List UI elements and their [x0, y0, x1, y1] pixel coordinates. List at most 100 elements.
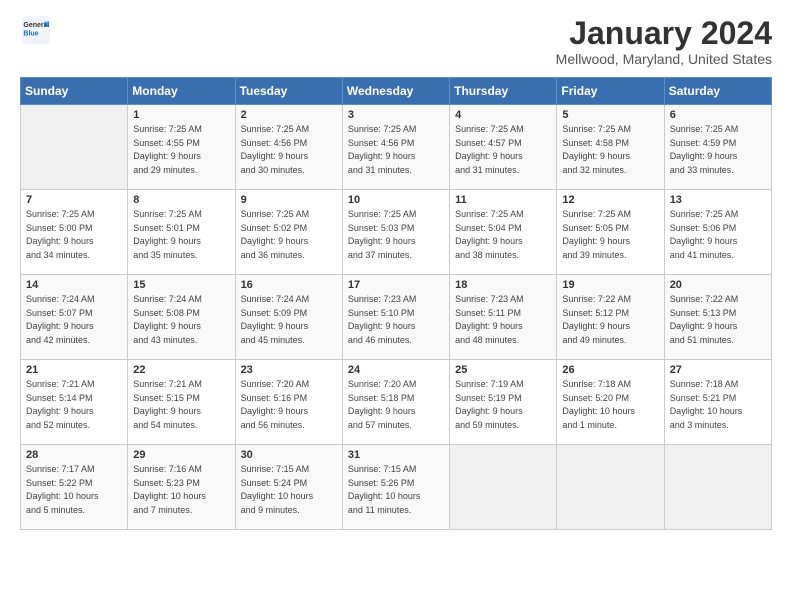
day-info: Sunrise: 7:25 AMSunset: 5:00 PMDaylight:… — [26, 208, 122, 262]
calendar-cell: 17Sunrise: 7:23 AMSunset: 5:10 PMDayligh… — [342, 275, 449, 360]
day-number: 10 — [348, 194, 444, 206]
day-number: 12 — [562, 194, 658, 206]
calendar-cell: 14Sunrise: 7:24 AMSunset: 5:07 PMDayligh… — [21, 275, 128, 360]
logo: General Blue — [20, 16, 50, 49]
calendar-cell: 28Sunrise: 7:17 AMSunset: 5:22 PMDayligh… — [21, 445, 128, 530]
day-number: 15 — [133, 279, 229, 291]
day-header-wednesday: Wednesday — [342, 78, 449, 105]
calendar-week-row: 28Sunrise: 7:17 AMSunset: 5:22 PMDayligh… — [21, 445, 772, 530]
day-number: 1 — [133, 109, 229, 121]
header: General Blue January 2024 Mellwood, Mary… — [20, 16, 772, 67]
calendar-cell — [450, 445, 557, 530]
calendar-cell: 30Sunrise: 7:15 AMSunset: 5:24 PMDayligh… — [235, 445, 342, 530]
day-info: Sunrise: 7:25 AMSunset: 4:56 PMDaylight:… — [348, 123, 444, 177]
calendar-cell: 25Sunrise: 7:19 AMSunset: 5:19 PMDayligh… — [450, 360, 557, 445]
day-number: 31 — [348, 449, 444, 461]
calendar-cell: 12 Sunrise: 7:25 AMSunset: 5:05 PMDayligh… — [557, 190, 664, 275]
day-number: 19 — [562, 279, 658, 291]
calendar-cell: 5 Sunrise: 7:25 AMSunset: 4:58 PMDaylight… — [557, 105, 664, 190]
page: General Blue January 2024 Mellwood, Mary… — [0, 0, 792, 612]
day-number: 4 — [455, 109, 551, 121]
day-info: Sunrise: 7:25 AMSunset: 4:57 PMDaylight:… — [455, 123, 551, 177]
day-header-sunday: Sunday — [21, 78, 128, 105]
calendar-cell — [664, 445, 771, 530]
calendar-cell: 22Sunrise: 7:21 AMSunset: 5:15 PMDayligh… — [128, 360, 235, 445]
calendar-cell: 23 Sunrise: 7:20 AMSunset: 5:16 PMDayligh… — [235, 360, 342, 445]
day-info: Sunrise: 7:20 AMSunset: 5:18 PMDaylight:… — [348, 378, 444, 432]
day-number: 22 — [133, 364, 229, 376]
calendar-cell: 18 Sunrise: 7:23 AMSunset: 5:11 PMDayligh… — [450, 275, 557, 360]
calendar-cell — [21, 105, 128, 190]
day-info: Sunrise: 7:24 AMSunset: 5:08 PMDaylight:… — [133, 293, 229, 347]
day-number: 25 — [455, 364, 551, 376]
day-info: Sunrise: 7:22 AMSunset: 5:12 PMDaylight:… — [562, 293, 658, 347]
day-info: Sunrise: 7:20 AMSunset: 5:16 PMDaylight:… — [241, 378, 337, 432]
day-number: 21 — [26, 364, 122, 376]
calendar-header-row: SundayMondayTuesdayWednesdayThursdayFrid… — [21, 78, 772, 105]
calendar-cell: 10 Sunrise: 7:25 AMSunset: 5:03 PMDayligh… — [342, 190, 449, 275]
day-number: 20 — [670, 279, 766, 291]
calendar-cell: 3 Sunrise: 7:25 AMSunset: 4:56 PMDaylight… — [342, 105, 449, 190]
day-header-saturday: Saturday — [664, 78, 771, 105]
day-info: Sunrise: 7:18 AMSunset: 5:21 PMDaylight:… — [670, 378, 766, 432]
day-number: 16 — [241, 279, 337, 291]
day-header-monday: Monday — [128, 78, 235, 105]
calendar-cell: 1 Sunrise: 7:25 AMSunset: 4:55 PMDaylight… — [128, 105, 235, 190]
day-info: Sunrise: 7:25 AMSunset: 4:58 PMDaylight:… — [562, 123, 658, 177]
day-info: Sunrise: 7:25 AMSunset: 5:05 PMDaylight:… — [562, 208, 658, 262]
day-info: Sunrise: 7:25 AMSunset: 4:55 PMDaylight:… — [133, 123, 229, 177]
day-info: Sunrise: 7:25 AMSunset: 4:59 PMDaylight:… — [670, 123, 766, 177]
day-number: 7 — [26, 194, 122, 206]
day-header-tuesday: Tuesday — [235, 78, 342, 105]
day-info: Sunrise: 7:25 AMSunset: 5:04 PMDaylight:… — [455, 208, 551, 262]
day-info: Sunrise: 7:16 AMSunset: 5:23 PMDaylight:… — [133, 463, 229, 517]
calendar-cell: 9Sunrise: 7:25 AMSunset: 5:02 PMDaylight… — [235, 190, 342, 275]
day-info: Sunrise: 7:25 AMSunset: 4:56 PMDaylight:… — [241, 123, 337, 177]
day-number: 23 — [241, 364, 337, 376]
day-number: 11 — [455, 194, 551, 206]
day-info: Sunrise: 7:23 AMSunset: 5:11 PMDaylight:… — [455, 293, 551, 347]
calendar-cell — [557, 445, 664, 530]
day-number: 8 — [133, 194, 229, 206]
calendar-cell: 2 Sunrise: 7:25 AMSunset: 4:56 PMDaylight… — [235, 105, 342, 190]
day-info: Sunrise: 7:22 AMSunset: 5:13 PMDaylight:… — [670, 293, 766, 347]
day-number: 27 — [670, 364, 766, 376]
day-info: Sunrise: 7:18 AMSunset: 5:20 PMDaylight:… — [562, 378, 658, 432]
calendar-cell: 15 Sunrise: 7:24 AMSunset: 5:08 PMDayligh… — [128, 275, 235, 360]
day-header-thursday: Thursday — [450, 78, 557, 105]
calendar-week-row: 7 Sunrise: 7:25 AMSunset: 5:00 PMDaylight… — [21, 190, 772, 275]
calendar-week-row: 14Sunrise: 7:24 AMSunset: 5:07 PMDayligh… — [21, 275, 772, 360]
calendar-cell: 13Sunrise: 7:25 AMSunset: 5:06 PMDayligh… — [664, 190, 771, 275]
day-number: 5 — [562, 109, 658, 121]
day-info: Sunrise: 7:25 AMSunset: 5:01 PMDaylight:… — [133, 208, 229, 262]
day-number: 30 — [241, 449, 337, 461]
calendar-table: SundayMondayTuesdayWednesdayThursdayFrid… — [20, 77, 772, 530]
calendar-cell: 16Sunrise: 7:24 AMSunset: 5:09 PMDayligh… — [235, 275, 342, 360]
day-number: 2 — [241, 109, 337, 121]
day-number: 17 — [348, 279, 444, 291]
day-number: 28 — [26, 449, 122, 461]
svg-text:Blue: Blue — [23, 31, 38, 38]
day-number: 18 — [455, 279, 551, 291]
calendar-cell: 21 Sunrise: 7:21 AMSunset: 5:14 PMDayligh… — [21, 360, 128, 445]
location-title: Mellwood, Maryland, United States — [556, 51, 772, 67]
day-number: 9 — [241, 194, 337, 206]
day-number: 13 — [670, 194, 766, 206]
calendar-cell: 19 Sunrise: 7:22 AMSunset: 5:12 PMDayligh… — [557, 275, 664, 360]
calendar-cell: 27 Sunrise: 7:18 AMSunset: 5:21 PMDayligh… — [664, 360, 771, 445]
calendar-cell: 20 Sunrise: 7:22 AMSunset: 5:13 PMDayligh… — [664, 275, 771, 360]
day-number: 6 — [670, 109, 766, 121]
calendar-cell: 7 Sunrise: 7:25 AMSunset: 5:00 PMDaylight… — [21, 190, 128, 275]
day-number: 3 — [348, 109, 444, 121]
day-info: Sunrise: 7:15 AMSunset: 5:26 PMDaylight:… — [348, 463, 444, 517]
calendar-cell: 4 Sunrise: 7:25 AMSunset: 4:57 PMDaylight… — [450, 105, 557, 190]
day-info: Sunrise: 7:24 AMSunset: 5:07 PMDaylight:… — [26, 293, 122, 347]
month-title: January 2024 — [556, 16, 772, 51]
day-info: Sunrise: 7:25 AMSunset: 5:03 PMDaylight:… — [348, 208, 444, 262]
day-number: 26 — [562, 364, 658, 376]
day-info: Sunrise: 7:21 AMSunset: 5:14 PMDaylight:… — [26, 378, 122, 432]
calendar-cell: 29 Sunrise: 7:16 AMSunset: 5:23 PMDayligh… — [128, 445, 235, 530]
calendar-cell: 6 Sunrise: 7:25 AMSunset: 4:59 PMDaylight… — [664, 105, 771, 190]
day-number: 29 — [133, 449, 229, 461]
logo-content: General Blue — [20, 16, 50, 49]
